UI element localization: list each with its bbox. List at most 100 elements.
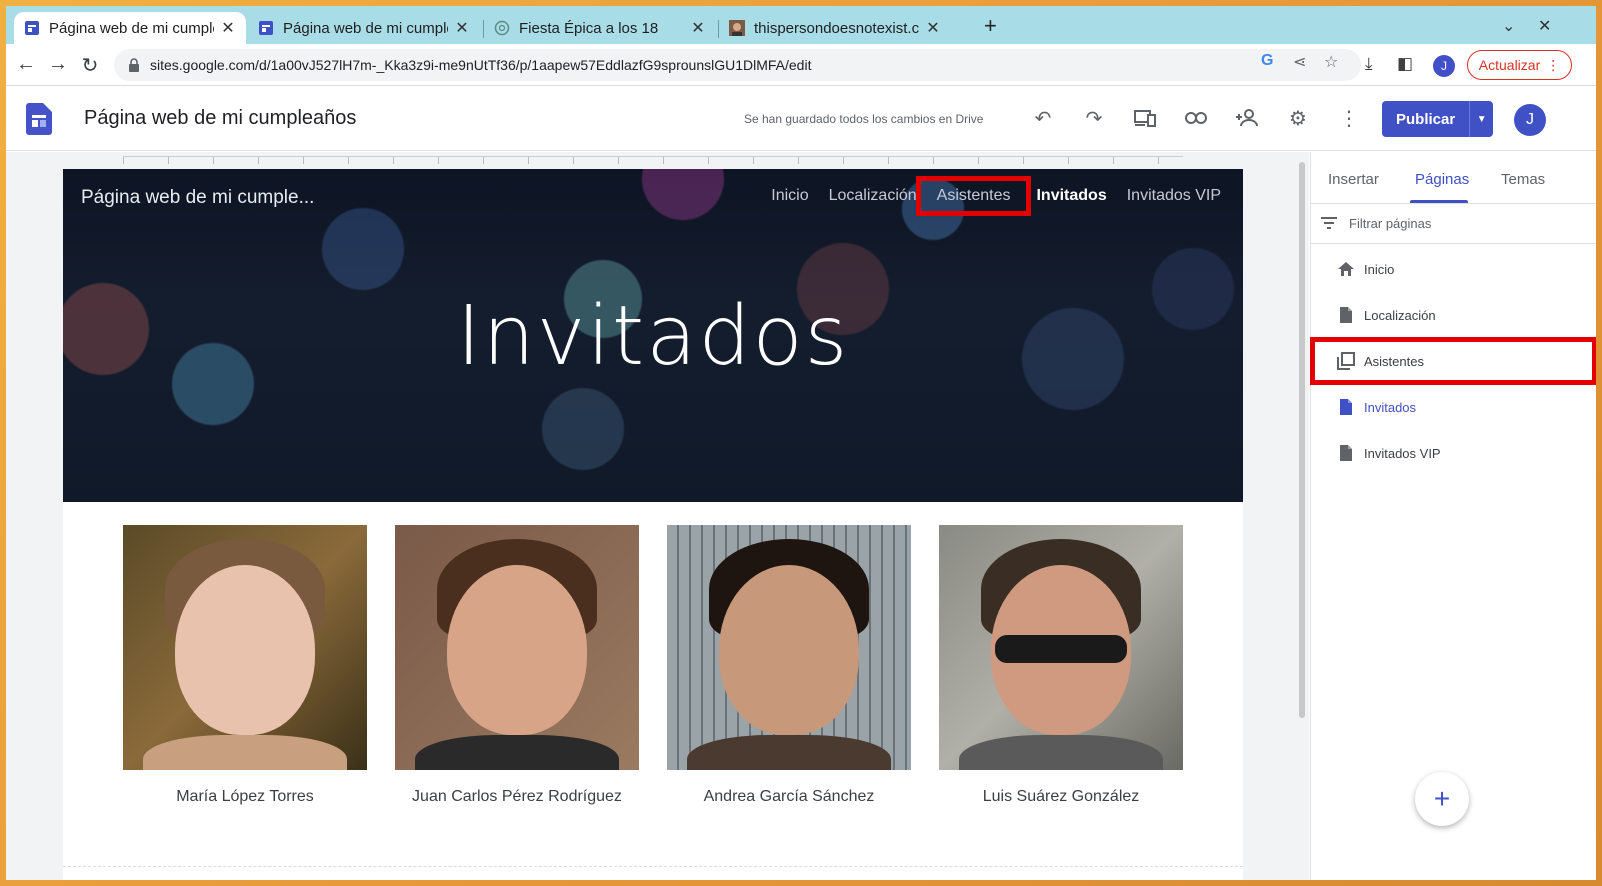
redo-icon[interactable]: ↷	[1081, 105, 1107, 131]
address-bar[interactable]: sites.google.com/d/1a00vJ527lH7m-_Kka3z9…	[114, 49, 1361, 81]
person-photo[interactable]	[123, 525, 367, 770]
person-photo[interactable]	[395, 525, 639, 770]
nav-invitados-vip[interactable]: Invitados VIP	[1117, 187, 1243, 205]
add-page-button[interactable]: +	[1415, 772, 1469, 826]
link-icon[interactable]	[1183, 105, 1209, 131]
person-card[interactable]: María López Torres	[123, 525, 367, 806]
publish-dropdown-icon[interactable]: ▼	[1469, 101, 1494, 137]
browser-tab-2[interactable]: Página web de mi cumpleaños ✕	[248, 12, 480, 44]
pages-list: Inicio Localización Asistentes Invitados…	[1310, 246, 1596, 476]
canvas-scrollbar[interactable]	[1299, 162, 1305, 718]
google-sites-favicon-icon	[25, 21, 39, 35]
tab-paginas[interactable]: Páginas	[1415, 171, 1469, 188]
close-tab-icon[interactable]: ✕	[690, 18, 706, 38]
update-button[interactable]: Actualizar ⋮	[1467, 50, 1572, 80]
browser-tab-4[interactable]: thispersondoesnotexist.com ✕	[719, 12, 951, 44]
filter-pages[interactable]: Filtrar páginas	[1311, 204, 1596, 244]
photo-body	[415, 735, 619, 770]
page-item-label: Invitados VIP	[1364, 445, 1441, 461]
sites-header: Página web de mi cumpleaños Se han guard…	[6, 87, 1596, 151]
person-photo[interactable]	[939, 525, 1183, 770]
chatgpt-favicon-icon	[494, 20, 510, 36]
page-item-inicio[interactable]: Inicio	[1311, 246, 1596, 292]
people-gallery: María López Torres Juan Carlos Pérez Rod…	[123, 525, 1183, 806]
tab-title: Página web de mi cumpleaños	[283, 19, 448, 37]
preview-devices-icon[interactable]	[1132, 105, 1158, 131]
browser-tab-3[interactable]: Fiesta Épica a los 18 ✕	[484, 12, 716, 44]
page-item-label: Asistentes	[1364, 353, 1424, 369]
close-tab-icon[interactable]: ✕	[454, 18, 470, 38]
window-close-icon[interactable]: ✕	[1538, 16, 1551, 36]
person-photo[interactable]	[667, 525, 911, 770]
google-sites-logo-icon	[26, 103, 52, 135]
page-item-label: Localización	[1364, 307, 1436, 323]
nav-asistentes[interactable]: Asistentes	[915, 176, 1032, 216]
tab-insertar[interactable]: Insertar	[1328, 171, 1379, 188]
site-page: Página web de mi cumple... Inicio Locali…	[63, 169, 1243, 880]
nav-inicio[interactable]: Inicio	[761, 187, 818, 205]
download-icon[interactable]: ⤓	[1365, 54, 1373, 74]
page-item-label: Inicio	[1364, 261, 1395, 277]
hero-site-title[interactable]: Página web de mi cumple...	[81, 187, 314, 209]
active-tab-indicator	[1410, 200, 1468, 203]
bookmark-star-icon[interactable]: ☆	[1324, 52, 1338, 72]
tab-temas[interactable]: Temas	[1501, 171, 1545, 188]
forward-icon[interactable]: →	[46, 53, 70, 76]
close-tab-icon[interactable]: ✕	[220, 18, 236, 38]
undo-icon[interactable]: ↶	[1030, 105, 1056, 131]
url-text: sites.google.com/d/1a00vJ527lH7m-_Kka3z9…	[150, 57, 812, 73]
filter-icon	[1321, 217, 1337, 229]
person-name[interactable]: Luis Suárez González	[939, 788, 1183, 806]
hero-banner[interactable]: Página web de mi cumple... Inicio Locali…	[63, 169, 1243, 502]
nav-localizacion[interactable]: Localización	[819, 187, 927, 205]
person-name[interactable]: Juan Carlos Pérez Rodríguez	[395, 788, 639, 806]
tab-title: Página web de mi cumpleaños	[49, 19, 214, 37]
home-icon	[1338, 262, 1354, 276]
panel-tabs: Insertar Páginas Temas	[1311, 152, 1596, 204]
settings-gear-icon[interactable]: ⚙	[1285, 105, 1311, 131]
account-avatar[interactable]: J	[1514, 104, 1546, 136]
ruler	[123, 156, 1183, 164]
site-name[interactable]: Página web de mi cumpleaños	[84, 107, 356, 130]
person-card[interactable]: Luis Suárez González	[939, 525, 1183, 806]
reload-icon[interactable]: ↻	[78, 53, 102, 78]
photo-body	[687, 735, 891, 770]
section-divider	[63, 866, 1243, 867]
share-icon[interactable]: ⋖	[1293, 52, 1306, 72]
page-title[interactable]: Invitados	[63, 289, 1243, 384]
tab-strip: Página web de mi cumpleaños ✕ Página web…	[6, 6, 1596, 44]
save-status: Se han guardado todos los cambios en Dri…	[744, 112, 984, 126]
side-panel-icon[interactable]: ◧	[1397, 54, 1413, 74]
back-icon[interactable]: ←	[14, 53, 38, 76]
editor-canvas: Página web de mi cumple... Inicio Locali…	[6, 152, 1309, 880]
profile-avatar[interactable]: J	[1433, 55, 1455, 77]
browser-tab-1[interactable]: Página web de mi cumpleaños ✕	[14, 12, 246, 44]
page-item-invitados-vip[interactable]: Invitados VIP	[1311, 430, 1596, 476]
page-item-invitados[interactable]: Invitados	[1311, 384, 1596, 430]
publish-button[interactable]: Publicar	[1382, 101, 1470, 137]
page-item-asistentes[interactable]: Asistentes	[1310, 337, 1596, 385]
sunglasses	[995, 635, 1127, 663]
nav-invitados[interactable]: Invitados	[1026, 187, 1116, 205]
person-card[interactable]: Juan Carlos Pérez Rodríguez	[395, 525, 639, 806]
more-vert-icon: ⋮	[1546, 56, 1561, 73]
photo-body	[959, 735, 1163, 770]
browser-window: Página web de mi cumpleaños ✕ Página web…	[6, 6, 1596, 880]
person-card[interactable]: Andrea García Sánchez	[667, 525, 911, 806]
browser-toolbar: ← → ↻ sites.google.com/d/1a00vJ527lH7m-_…	[6, 44, 1596, 86]
more-options-icon[interactable]: ⋮	[1336, 105, 1362, 131]
add-person-icon[interactable]	[1234, 105, 1260, 131]
new-tab-button[interactable]: +	[984, 15, 997, 37]
tab-title: Fiesta Épica a los 18	[519, 19, 659, 37]
page-icon	[1340, 307, 1352, 323]
update-label: Actualizar	[1478, 57, 1541, 73]
tab-search-chevron-icon[interactable]: ⌄	[1502, 16, 1515, 36]
person-name[interactable]: Andrea García Sánchez	[667, 788, 911, 806]
person-name[interactable]: María López Torres	[123, 788, 367, 806]
google-sites-favicon-icon	[259, 21, 273, 35]
google-icon[interactable]: G	[1261, 52, 1273, 70]
photo-face	[719, 565, 859, 735]
page-item-localizacion[interactable]: Localización	[1311, 292, 1596, 338]
photo-face	[175, 565, 315, 735]
close-tab-icon[interactable]: ✕	[925, 18, 941, 38]
